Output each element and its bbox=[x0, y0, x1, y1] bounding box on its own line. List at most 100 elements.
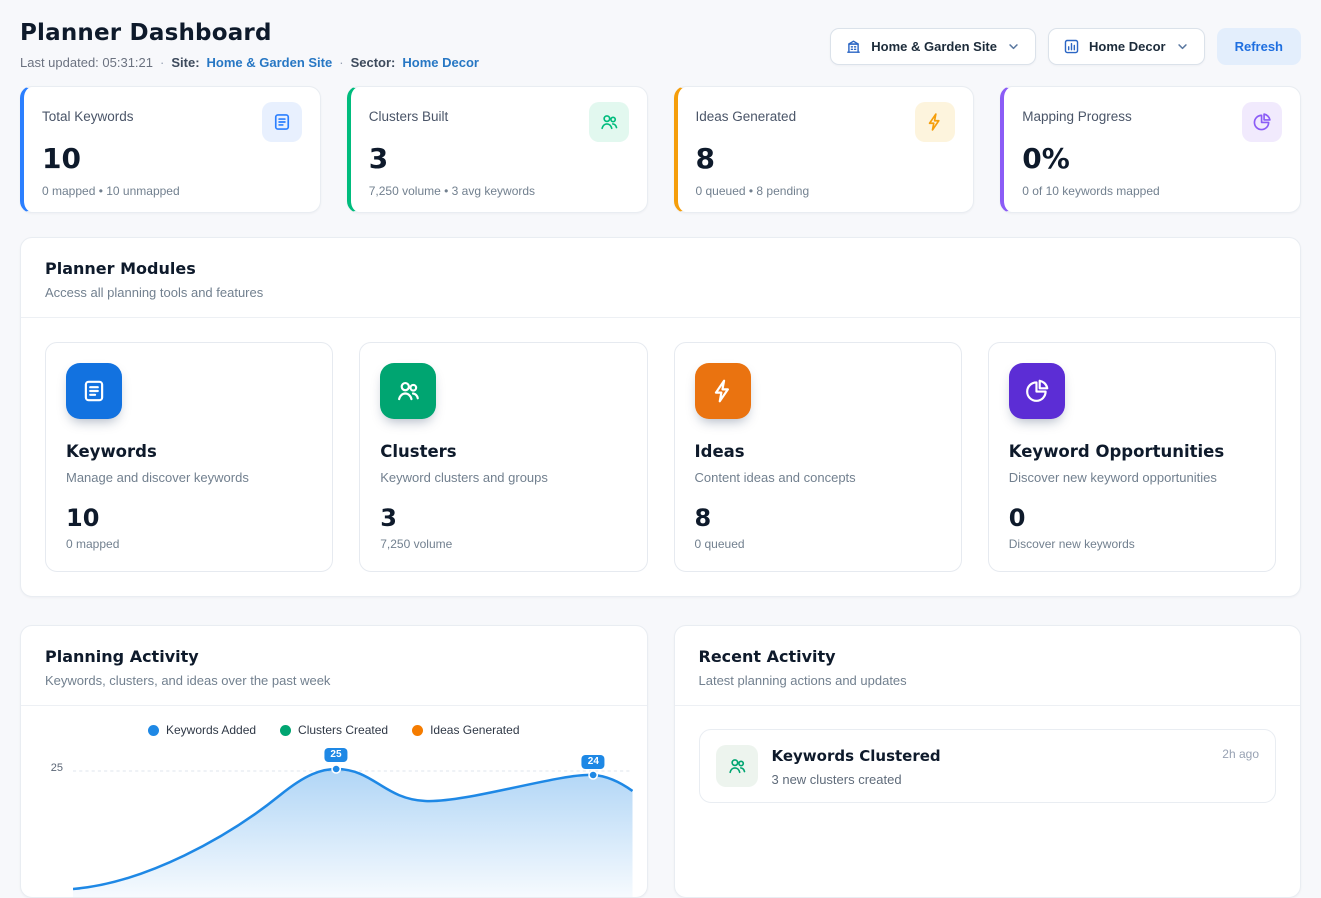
stat-value: 3 bbox=[369, 143, 629, 175]
module-value: 10 bbox=[66, 504, 312, 532]
stat-value: 0% bbox=[1022, 143, 1282, 175]
module-value: 3 bbox=[380, 504, 626, 532]
module-title: Ideas bbox=[695, 442, 941, 461]
module-value: 8 bbox=[695, 504, 941, 532]
sector-link[interactable]: Home Decor bbox=[402, 55, 479, 70]
legend-dot bbox=[412, 725, 423, 736]
stat-label: Clusters Built bbox=[369, 102, 449, 124]
planner-dashboard-page: Planner Dashboard Last updated: 05:31:21… bbox=[0, 0, 1321, 898]
data-point-label: 24 bbox=[582, 755, 605, 769]
last-updated-text: Last updated: 05:31:21 bbox=[20, 55, 153, 70]
activity-item-keywords-clustered[interactable]: Keywords Clustered 3 new clusters create… bbox=[699, 729, 1277, 803]
page-header-actions: Home & Garden Site Home Decor Refresh bbox=[830, 18, 1301, 65]
legend-label: Ideas Generated bbox=[430, 723, 519, 737]
refresh-button[interactable]: Refresh bbox=[1217, 28, 1301, 65]
stat-detail: 0 queued • 8 pending bbox=[696, 184, 956, 198]
module-detail: 0 queued bbox=[695, 537, 941, 551]
panel-subtitle: Keywords, clusters, and ideas over the p… bbox=[45, 673, 623, 688]
activity-chart: 25 2 bbox=[21, 743, 647, 897]
recent-activity-panel: Recent Activity Latest planning actions … bbox=[674, 625, 1302, 898]
panel-subtitle: Latest planning actions and updates bbox=[699, 673, 1277, 688]
planner-modules-panel: Planner Modules Access all planning tool… bbox=[20, 237, 1301, 597]
legend-dot bbox=[280, 725, 291, 736]
panel-title: Recent Activity bbox=[699, 647, 1277, 666]
planner-modules-header: Planner Modules Access all planning tool… bbox=[21, 238, 1300, 317]
sector-selector-dropdown[interactable]: Home Decor bbox=[1048, 28, 1205, 65]
page-title: Planner Dashboard bbox=[20, 20, 479, 46]
bar-chart-icon bbox=[1063, 38, 1080, 55]
meta-separator: · bbox=[160, 55, 164, 70]
site-selector-label: Home & Garden Site bbox=[871, 39, 997, 54]
area-chart-svg bbox=[73, 747, 633, 897]
site-link[interactable]: Home & Garden Site bbox=[207, 55, 333, 70]
page-meta: Last updated: 05:31:21 · Site: Home & Ga… bbox=[20, 55, 479, 70]
modules-grid: Keywords Manage and discover keywords 10… bbox=[21, 318, 1300, 596]
stat-value: 10 bbox=[42, 143, 302, 175]
stat-label: Total Keywords bbox=[42, 102, 134, 124]
legend-label: Keywords Added bbox=[166, 723, 256, 737]
page-header-left: Planner Dashboard Last updated: 05:31:21… bbox=[20, 18, 479, 70]
stat-value: 8 bbox=[696, 143, 956, 175]
activity-item-timestamp: 2h ago bbox=[1222, 745, 1259, 761]
building-icon bbox=[845, 38, 862, 55]
stat-card-total-keywords: Total Keywords 10 0 mapped • 10 unmapped bbox=[20, 86, 321, 213]
recent-activity-header: Recent Activity Latest planning actions … bbox=[675, 626, 1301, 705]
legend-label: Clusters Created bbox=[298, 723, 388, 737]
stat-card-mapping-progress: Mapping Progress 0% 0 of 10 keywords map… bbox=[1000, 86, 1301, 213]
sector-label: Sector: bbox=[351, 55, 396, 70]
module-detail: 7,250 volume bbox=[380, 537, 626, 551]
panel-subtitle: Access all planning tools and features bbox=[45, 285, 1276, 300]
stat-detail: 0 mapped • 10 unmapped bbox=[42, 184, 302, 198]
module-card-ideas[interactable]: Ideas Content ideas and concepts 8 0 que… bbox=[674, 342, 962, 572]
module-value: 0 bbox=[1009, 504, 1255, 532]
module-card-clusters[interactable]: Clusters Keyword clusters and groups 3 7… bbox=[359, 342, 647, 572]
panel-title: Planning Activity bbox=[45, 647, 623, 666]
activity-item-title: Keywords Clustered bbox=[772, 745, 941, 765]
users-icon bbox=[716, 745, 758, 787]
page-header: Planner Dashboard Last updated: 05:31:21… bbox=[20, 18, 1301, 70]
module-title: Keyword Opportunities bbox=[1009, 442, 1255, 461]
module-card-keywords[interactable]: Keywords Manage and discover keywords 10… bbox=[45, 342, 333, 572]
activity-item-text: Keywords Clustered 3 new clusters create… bbox=[772, 745, 941, 787]
chevron-down-icon bbox=[1175, 39, 1190, 54]
users-icon bbox=[589, 102, 629, 142]
stat-card-ideas-generated: Ideas Generated 8 0 queued • 8 pending bbox=[674, 86, 975, 213]
y-axis-tick: 25 bbox=[35, 747, 63, 897]
chart-plot-area: 25 24 bbox=[73, 747, 633, 897]
module-description: Keyword clusters and groups bbox=[380, 470, 626, 485]
module-detail: 0 mapped bbox=[66, 537, 312, 551]
module-title: Keywords bbox=[66, 442, 312, 461]
bottom-row: Planning Activity Keywords, clusters, an… bbox=[20, 625, 1301, 898]
pie-chart-icon bbox=[1242, 102, 1282, 142]
module-title: Clusters bbox=[380, 442, 626, 461]
chevron-down-icon bbox=[1006, 39, 1021, 54]
module-description: Manage and discover keywords bbox=[66, 470, 312, 485]
site-label: Site: bbox=[171, 55, 199, 70]
users-icon bbox=[380, 363, 436, 419]
planning-activity-header: Planning Activity Keywords, clusters, an… bbox=[21, 626, 647, 705]
stat-card-clusters-built: Clusters Built 3 7,250 volume • 3 avg ke… bbox=[347, 86, 648, 213]
module-description: Discover new keyword opportunities bbox=[1009, 470, 1255, 485]
legend-item-ideas-generated[interactable]: Ideas Generated bbox=[412, 723, 519, 737]
document-icon bbox=[262, 102, 302, 142]
stat-label: Mapping Progress bbox=[1022, 102, 1132, 124]
panel-title: Planner Modules bbox=[45, 259, 1276, 278]
activity-list: Keywords Clustered 3 new clusters create… bbox=[675, 706, 1301, 826]
document-icon bbox=[66, 363, 122, 419]
meta-separator: · bbox=[339, 55, 343, 70]
lightning-icon bbox=[915, 102, 955, 142]
legend-item-clusters-created[interactable]: Clusters Created bbox=[280, 723, 388, 737]
stat-detail: 7,250 volume • 3 avg keywords bbox=[369, 184, 629, 198]
pie-chart-icon bbox=[1009, 363, 1065, 419]
module-description: Content ideas and concepts bbox=[695, 470, 941, 485]
site-selector-dropdown[interactable]: Home & Garden Site bbox=[830, 28, 1036, 65]
chart-legend: Keywords Added Clusters Created Ideas Ge… bbox=[21, 706, 647, 743]
lightning-icon bbox=[695, 363, 751, 419]
module-detail: Discover new keywords bbox=[1009, 537, 1255, 551]
stat-label: Ideas Generated bbox=[696, 102, 797, 124]
legend-item-keywords-added[interactable]: Keywords Added bbox=[148, 723, 256, 737]
activity-item-detail: 3 new clusters created bbox=[772, 772, 941, 787]
stats-row: Total Keywords 10 0 mapped • 10 unmapped… bbox=[20, 86, 1301, 213]
planning-activity-panel: Planning Activity Keywords, clusters, an… bbox=[20, 625, 648, 898]
module-card-keyword-opportunities[interactable]: Keyword Opportunities Discover new keywo… bbox=[988, 342, 1276, 572]
